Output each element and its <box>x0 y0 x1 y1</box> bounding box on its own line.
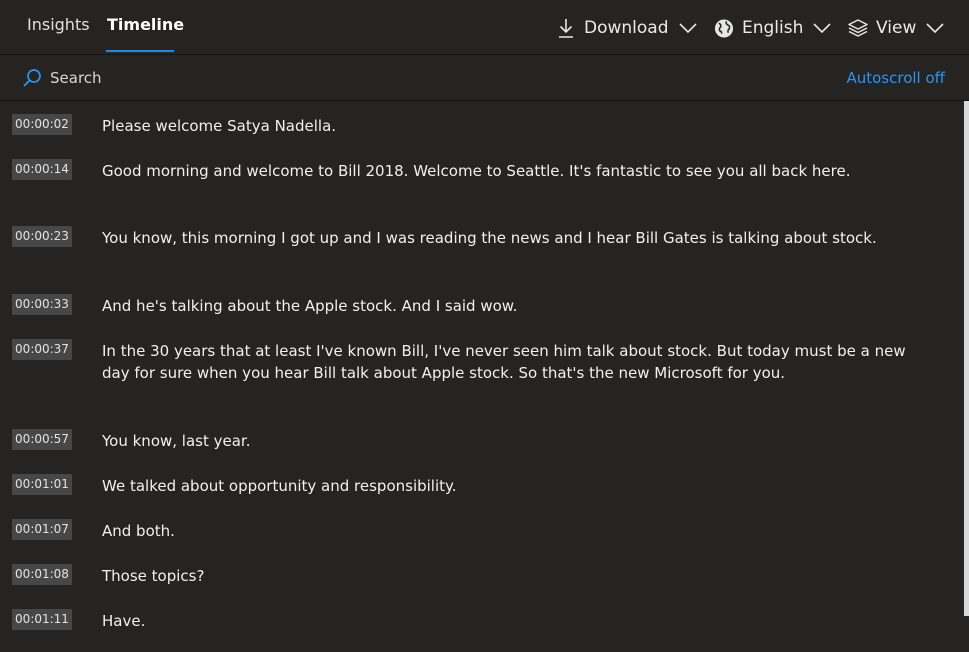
language-label: English <box>742 18 804 38</box>
layers-icon <box>848 17 868 39</box>
timestamp-badge[interactable]: 00:00:14 <box>12 159 72 180</box>
transcript-text: Those topics? <box>102 567 205 585</box>
autoscroll-toggle[interactable]: Autoscroll off <box>846 69 945 87</box>
timestamp-badge[interactable]: 00:00:23 <box>12 226 72 247</box>
timestamp-badge[interactable]: 00:00:02 <box>12 114 72 135</box>
timestamp-badge[interactable]: 00:00:57 <box>12 429 72 450</box>
transcript-text: And he's talking about the Apple stock. … <box>102 297 518 315</box>
transcript-text: Have. <box>102 612 146 630</box>
tab-timeline[interactable]: Timeline <box>107 15 184 34</box>
search-input[interactable]: Search <box>50 69 102 87</box>
active-tab-indicator <box>106 50 174 52</box>
download-label: Download <box>584 18 669 38</box>
timestamp-badge[interactable]: 00:01:01 <box>12 474 72 495</box>
tab-insights[interactable]: Insights <box>27 15 90 34</box>
transcript-text: And both. <box>102 522 175 540</box>
timestamp-badge[interactable]: 00:01:08 <box>12 564 72 585</box>
chevron-down-icon <box>813 19 831 37</box>
chevron-down-icon <box>678 19 697 37</box>
chevron-down-icon <box>926 19 944 37</box>
search-bar[interactable] <box>0 55 969 101</box>
timestamp-badge[interactable]: 00:01:07 <box>12 519 72 540</box>
transcript-text: We talked about opportunity and responsi… <box>102 477 457 495</box>
transcript-text: Please welcome Satya Nadella. <box>102 117 337 135</box>
view-label: View <box>876 18 917 38</box>
timestamp-badge[interactable]: 00:00:33 <box>12 294 72 315</box>
transcript-text: You know, this morning I got up and I wa… <box>102 229 877 247</box>
download-icon <box>556 17 576 39</box>
timestamp-badge[interactable]: 00:00:37 <box>12 339 72 360</box>
transcript-list: 00:00:02 Please welcome Satya Nadella. 0… <box>0 101 964 652</box>
language-menu[interactable]: English <box>714 16 831 40</box>
download-menu[interactable]: Download <box>556 16 697 40</box>
transcript-text: Good morning and welcome to Bill 2018. W… <box>102 162 851 180</box>
top-bar: Insights Timeline Download English View <box>0 0 969 55</box>
view-menu[interactable]: View <box>848 16 944 40</box>
search-icon[interactable] <box>22 68 42 88</box>
timestamp-badge[interactable]: 00:01:11 <box>12 609 72 630</box>
transcript-text: In the 30 years that at least I've known… <box>102 342 906 382</box>
scrollbar[interactable] <box>964 101 969 616</box>
globe-icon <box>714 17 734 39</box>
transcript-text: You know, last year. <box>102 432 251 450</box>
